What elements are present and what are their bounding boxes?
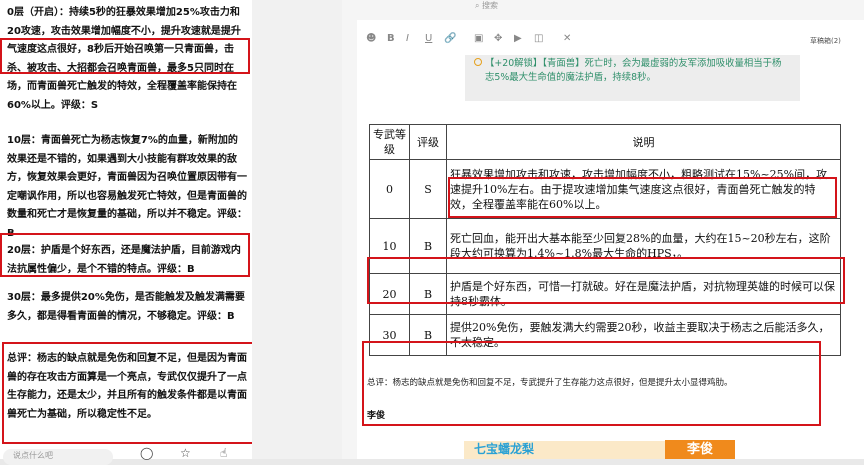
highlight-box-row-0 (448, 177, 837, 218)
banner-left-text: 七宝蟠龙梨 (474, 442, 535, 456)
quote-text: 【+20解锁】【青面兽】死亡时，会为最虚弱的友军添加吸收量相当于杨志5%最大生命… (485, 58, 782, 83)
link-icon[interactable]: 🔗 (444, 33, 456, 44)
highlight-box-level-20 (0, 233, 250, 277)
paragraph-level-30: 30层：最多提供20%免伤，是否能触发及触发满需要多久，都是得看青面兽的情况，不… (7, 292, 245, 322)
bold-icon[interactable]: B (387, 33, 395, 44)
top-search[interactable]: ⌕ 搜索 (475, 0, 565, 12)
clear-format-icon[interactable]: ✕ (563, 33, 571, 44)
insert-icon[interactable]: ◫ (534, 33, 543, 44)
cell-grade: S (409, 159, 447, 219)
comment-input[interactable]: 说点什么吧 (3, 449, 113, 465)
rating-table: 专武等级 评级 说明 0 S 狂暴效果增加攻击和攻速，攻击增加幅度不小，粗略测试… (369, 124, 841, 356)
editor-summary: 总评：杨志的缺点就是免伤和回复不足，专武提升了生存能力这点很好，但是提升太小显得… (367, 378, 733, 388)
draft-box-link[interactable]: 草稿箱(2) (810, 36, 841, 46)
emoji-icon[interactable]: ☻ (366, 33, 376, 44)
author-name: 李俊 (367, 411, 386, 421)
like-icon[interactable]: ☝ (220, 446, 227, 460)
highlight-box-speed (0, 38, 250, 74)
comment-icon[interactable]: ◯ (140, 446, 153, 460)
video-icon[interactable]: ▶ (514, 33, 522, 44)
italic-icon[interactable]: I (406, 33, 409, 44)
bulb-icon (474, 58, 482, 66)
header-desc: 说明 (446, 124, 841, 160)
header-level: 专武等级 (369, 124, 410, 160)
header-grade: 评级 (409, 124, 447, 160)
underline-icon[interactable]: U (425, 33, 432, 44)
banner-right-text: 李俊 (665, 440, 735, 459)
star-icon[interactable]: ☆ (180, 446, 191, 460)
image-icon[interactable]: ▣ (474, 33, 483, 44)
divider-gap (252, 0, 342, 459)
cell-level: 0 (369, 159, 410, 219)
paragraph-level-10: 10层：青面兽死亡为杨志恢复7%的血量，新附加的效果还是不错的，如果遇到大小技能… (7, 135, 247, 239)
top-search-text: 搜索 (482, 1, 499, 10)
highlight-box-row-20 (367, 257, 845, 304)
table-header-row: 专武等级 评级 说明 (369, 124, 841, 160)
move-icon[interactable]: ✥ (494, 33, 502, 44)
